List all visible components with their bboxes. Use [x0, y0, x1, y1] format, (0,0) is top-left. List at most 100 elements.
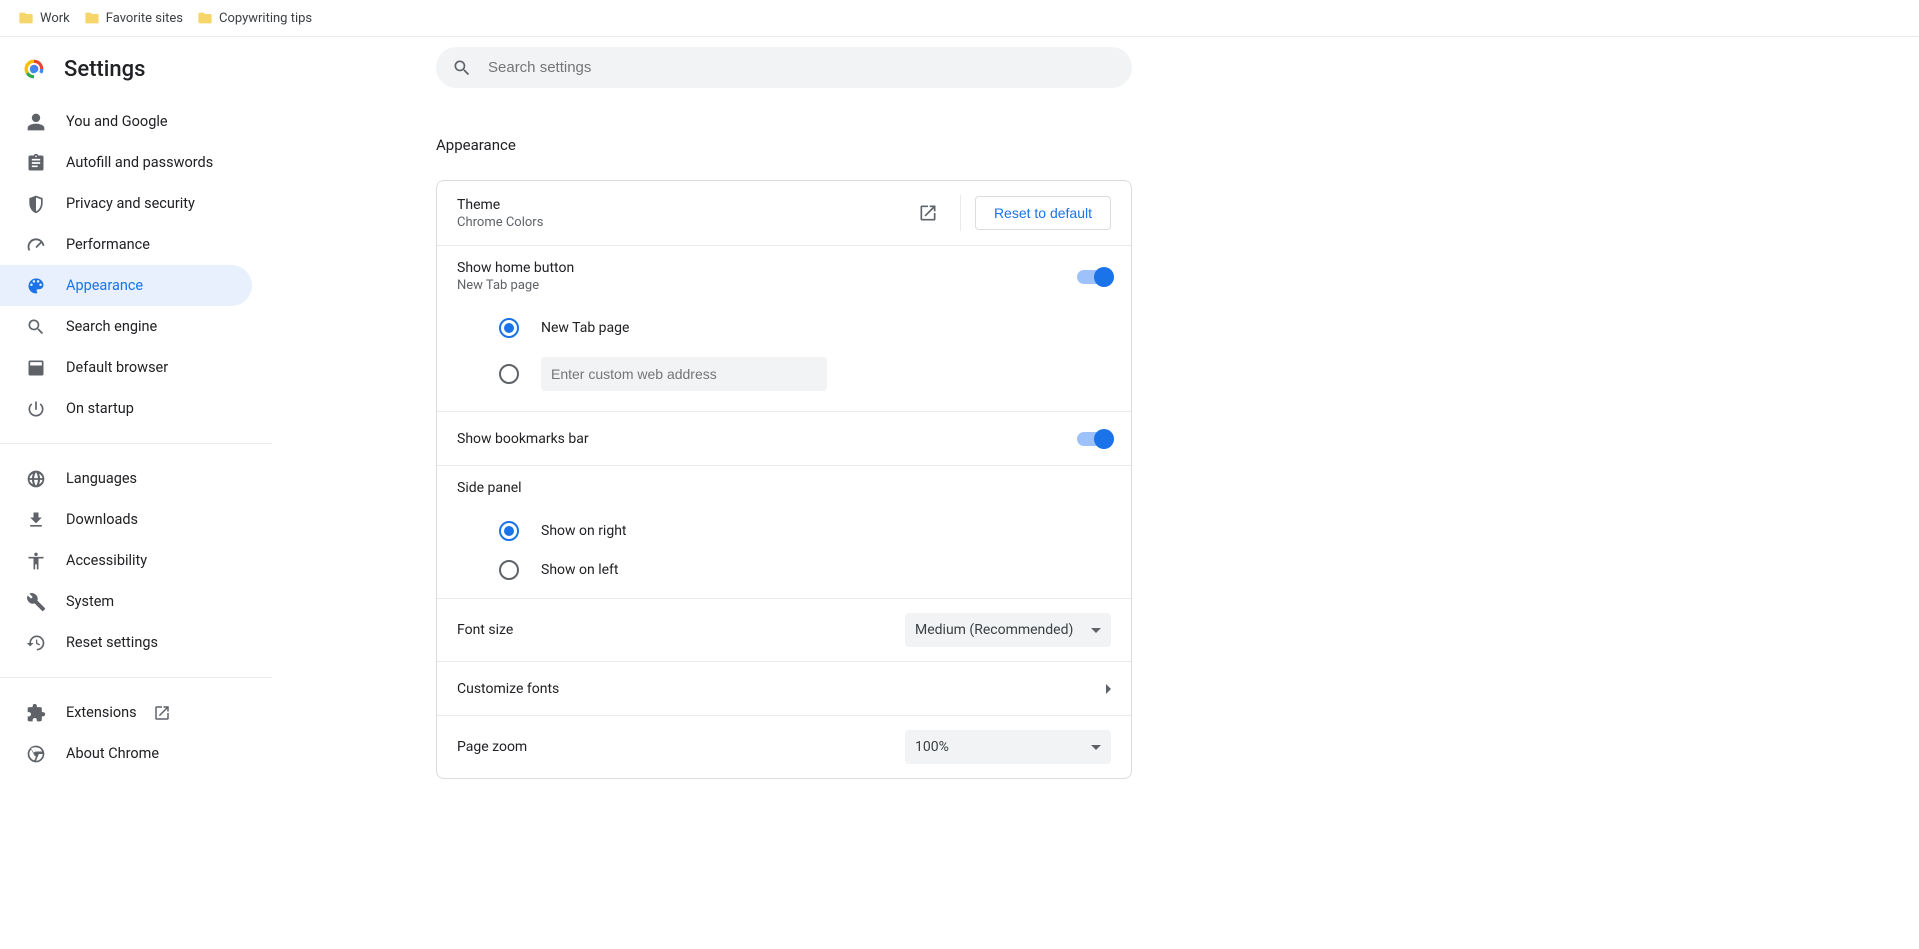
font-size-label: Font size	[457, 622, 905, 638]
sidebar-item-label: Appearance	[66, 277, 143, 294]
settings-sidebar: Settings You and Google Autofill and pas…	[0, 37, 272, 949]
side-panel-left-option[interactable]: Show on left	[437, 552, 1131, 598]
sidebar-item-label: On startup	[66, 400, 134, 417]
build-icon	[26, 592, 46, 612]
page-zoom-select[interactable]: 100%	[905, 730, 1111, 764]
sidebar-item-system[interactable]: System	[0, 581, 252, 622]
palette-icon	[26, 276, 46, 296]
folder-icon	[18, 10, 34, 26]
bookmark-folder[interactable]: Copywriting tips	[197, 10, 312, 26]
font-size-select[interactable]: Medium (Recommended)	[905, 613, 1111, 647]
home-button-sub: New Tab page	[457, 278, 1077, 293]
bookmarks-bar-toggle[interactable]	[1077, 432, 1111, 446]
home-button-toggle[interactable]	[1077, 270, 1111, 284]
page-title: Settings	[64, 57, 145, 82]
section-title: Appearance	[436, 136, 1132, 154]
sidebar-item-default-browser[interactable]: Default browser	[0, 347, 252, 388]
theme-sub: Chrome Colors	[457, 215, 910, 230]
sidebar-item-performance[interactable]: Performance	[0, 224, 252, 265]
sidebar-item-label: Accessibility	[66, 552, 147, 569]
sidebar-item-label: Search engine	[66, 318, 157, 335]
sidebar-item-search-engine[interactable]: Search engine	[0, 306, 252, 347]
sidebar-item-label: Downloads	[66, 511, 138, 528]
sidebar-item-label: Performance	[66, 236, 150, 253]
reset-to-default-button[interactable]: Reset to default	[975, 196, 1111, 230]
bookmarks-bar: Work Favorite sites Copywriting tips	[0, 0, 1919, 37]
extension-icon	[26, 703, 46, 723]
sidebar-item-reset[interactable]: Reset settings	[0, 622, 252, 663]
sidebar-item-accessibility[interactable]: Accessibility	[0, 540, 252, 581]
bookmark-folder[interactable]: Work	[18, 10, 70, 26]
sidebar-item-languages[interactable]: Languages	[0, 458, 252, 499]
appearance-card: Theme Chrome Colors Reset to default Sho…	[436, 180, 1132, 779]
customize-fonts-row[interactable]: Customize fonts	[437, 661, 1131, 715]
radio-icon[interactable]	[499, 521, 519, 541]
radio-icon[interactable]	[499, 560, 519, 580]
customize-fonts-label: Customize fonts	[457, 681, 1106, 697]
assignment-icon	[26, 153, 46, 173]
folder-icon	[84, 10, 100, 26]
home-newtab-option[interactable]: New Tab page	[437, 307, 1131, 349]
sidebar-item-extensions[interactable]: Extensions	[0, 692, 252, 733]
sidebar-item-about-chrome[interactable]: About Chrome	[0, 733, 252, 774]
person-icon	[26, 112, 46, 132]
divider	[960, 195, 961, 231]
bookmark-label: Copywriting tips	[219, 11, 312, 26]
sidebar-item-label: About Chrome	[66, 745, 159, 762]
search-icon	[452, 58, 472, 78]
page-zoom-label: Page zoom	[457, 739, 905, 755]
home-button-label: Show home button	[457, 260, 1077, 276]
download-icon	[26, 510, 46, 530]
browser-icon	[26, 358, 46, 378]
sidebar-item-autofill[interactable]: Autofill and passwords	[0, 142, 252, 183]
radio-label: Show on right	[541, 523, 627, 539]
sidebar-item-you-and-google[interactable]: You and Google	[0, 101, 252, 142]
sidebar-item-label: Default browser	[66, 359, 168, 376]
sidebar-item-label: System	[66, 593, 114, 610]
side-panel-right-option[interactable]: Show on right	[437, 510, 1131, 552]
custom-address-input[interactable]	[541, 357, 827, 391]
open-theme-button[interactable]	[910, 195, 946, 231]
theme-row: Theme Chrome Colors Reset to default	[437, 181, 1131, 245]
sidebar-item-appearance[interactable]: Appearance	[0, 265, 252, 306]
chevron-right-icon	[1106, 684, 1111, 694]
sidebar-item-label: Languages	[66, 470, 137, 487]
power-icon	[26, 399, 46, 419]
speed-icon	[26, 235, 46, 255]
sidebar-item-label: Reset settings	[66, 634, 158, 651]
page-zoom-row: Page zoom 100%	[437, 715, 1131, 778]
bookmark-folder[interactable]: Favorite sites	[84, 10, 183, 26]
side-panel-label: Side panel	[457, 480, 522, 496]
sidebar-item-label: You and Google	[66, 113, 168, 130]
chrome-icon	[26, 744, 46, 764]
bookmark-label: Work	[40, 11, 70, 26]
globe-icon	[26, 469, 46, 489]
restore-icon	[26, 633, 46, 653]
accessibility-icon	[26, 551, 46, 571]
side-panel-row: Side panel	[437, 465, 1131, 510]
radio-label: Show on left	[541, 562, 618, 578]
search-bar[interactable]	[436, 47, 1132, 88]
chrome-logo-icon	[20, 55, 48, 83]
open-in-new-icon	[153, 704, 171, 722]
chevron-down-icon	[1091, 628, 1101, 633]
home-button-row: Show home button New Tab page	[437, 245, 1131, 307]
sidebar-item-privacy[interactable]: Privacy and security	[0, 183, 252, 224]
chevron-down-icon	[1091, 745, 1101, 750]
folder-icon	[197, 10, 213, 26]
bookmark-label: Favorite sites	[106, 11, 183, 26]
sidebar-item-on-startup[interactable]: On startup	[0, 388, 252, 429]
settings-content: Appearance Theme Chrome Colors Reset to …	[272, 37, 1919, 949]
sidebar-item-downloads[interactable]: Downloads	[0, 499, 252, 540]
search-input[interactable]	[488, 59, 1116, 76]
theme-label: Theme	[457, 197, 910, 213]
radio-label: New Tab page	[541, 320, 629, 336]
sidebar-item-label: Extensions	[66, 704, 137, 721]
bookmarks-bar-row: Show bookmarks bar	[437, 411, 1131, 465]
settings-header: Settings	[0, 49, 272, 101]
home-custom-option[interactable]	[437, 349, 1131, 411]
sidebar-item-label: Autofill and passwords	[66, 154, 213, 171]
radio-icon[interactable]	[499, 364, 519, 384]
sidebar-item-label: Privacy and security	[66, 195, 195, 212]
radio-icon[interactable]	[499, 318, 519, 338]
